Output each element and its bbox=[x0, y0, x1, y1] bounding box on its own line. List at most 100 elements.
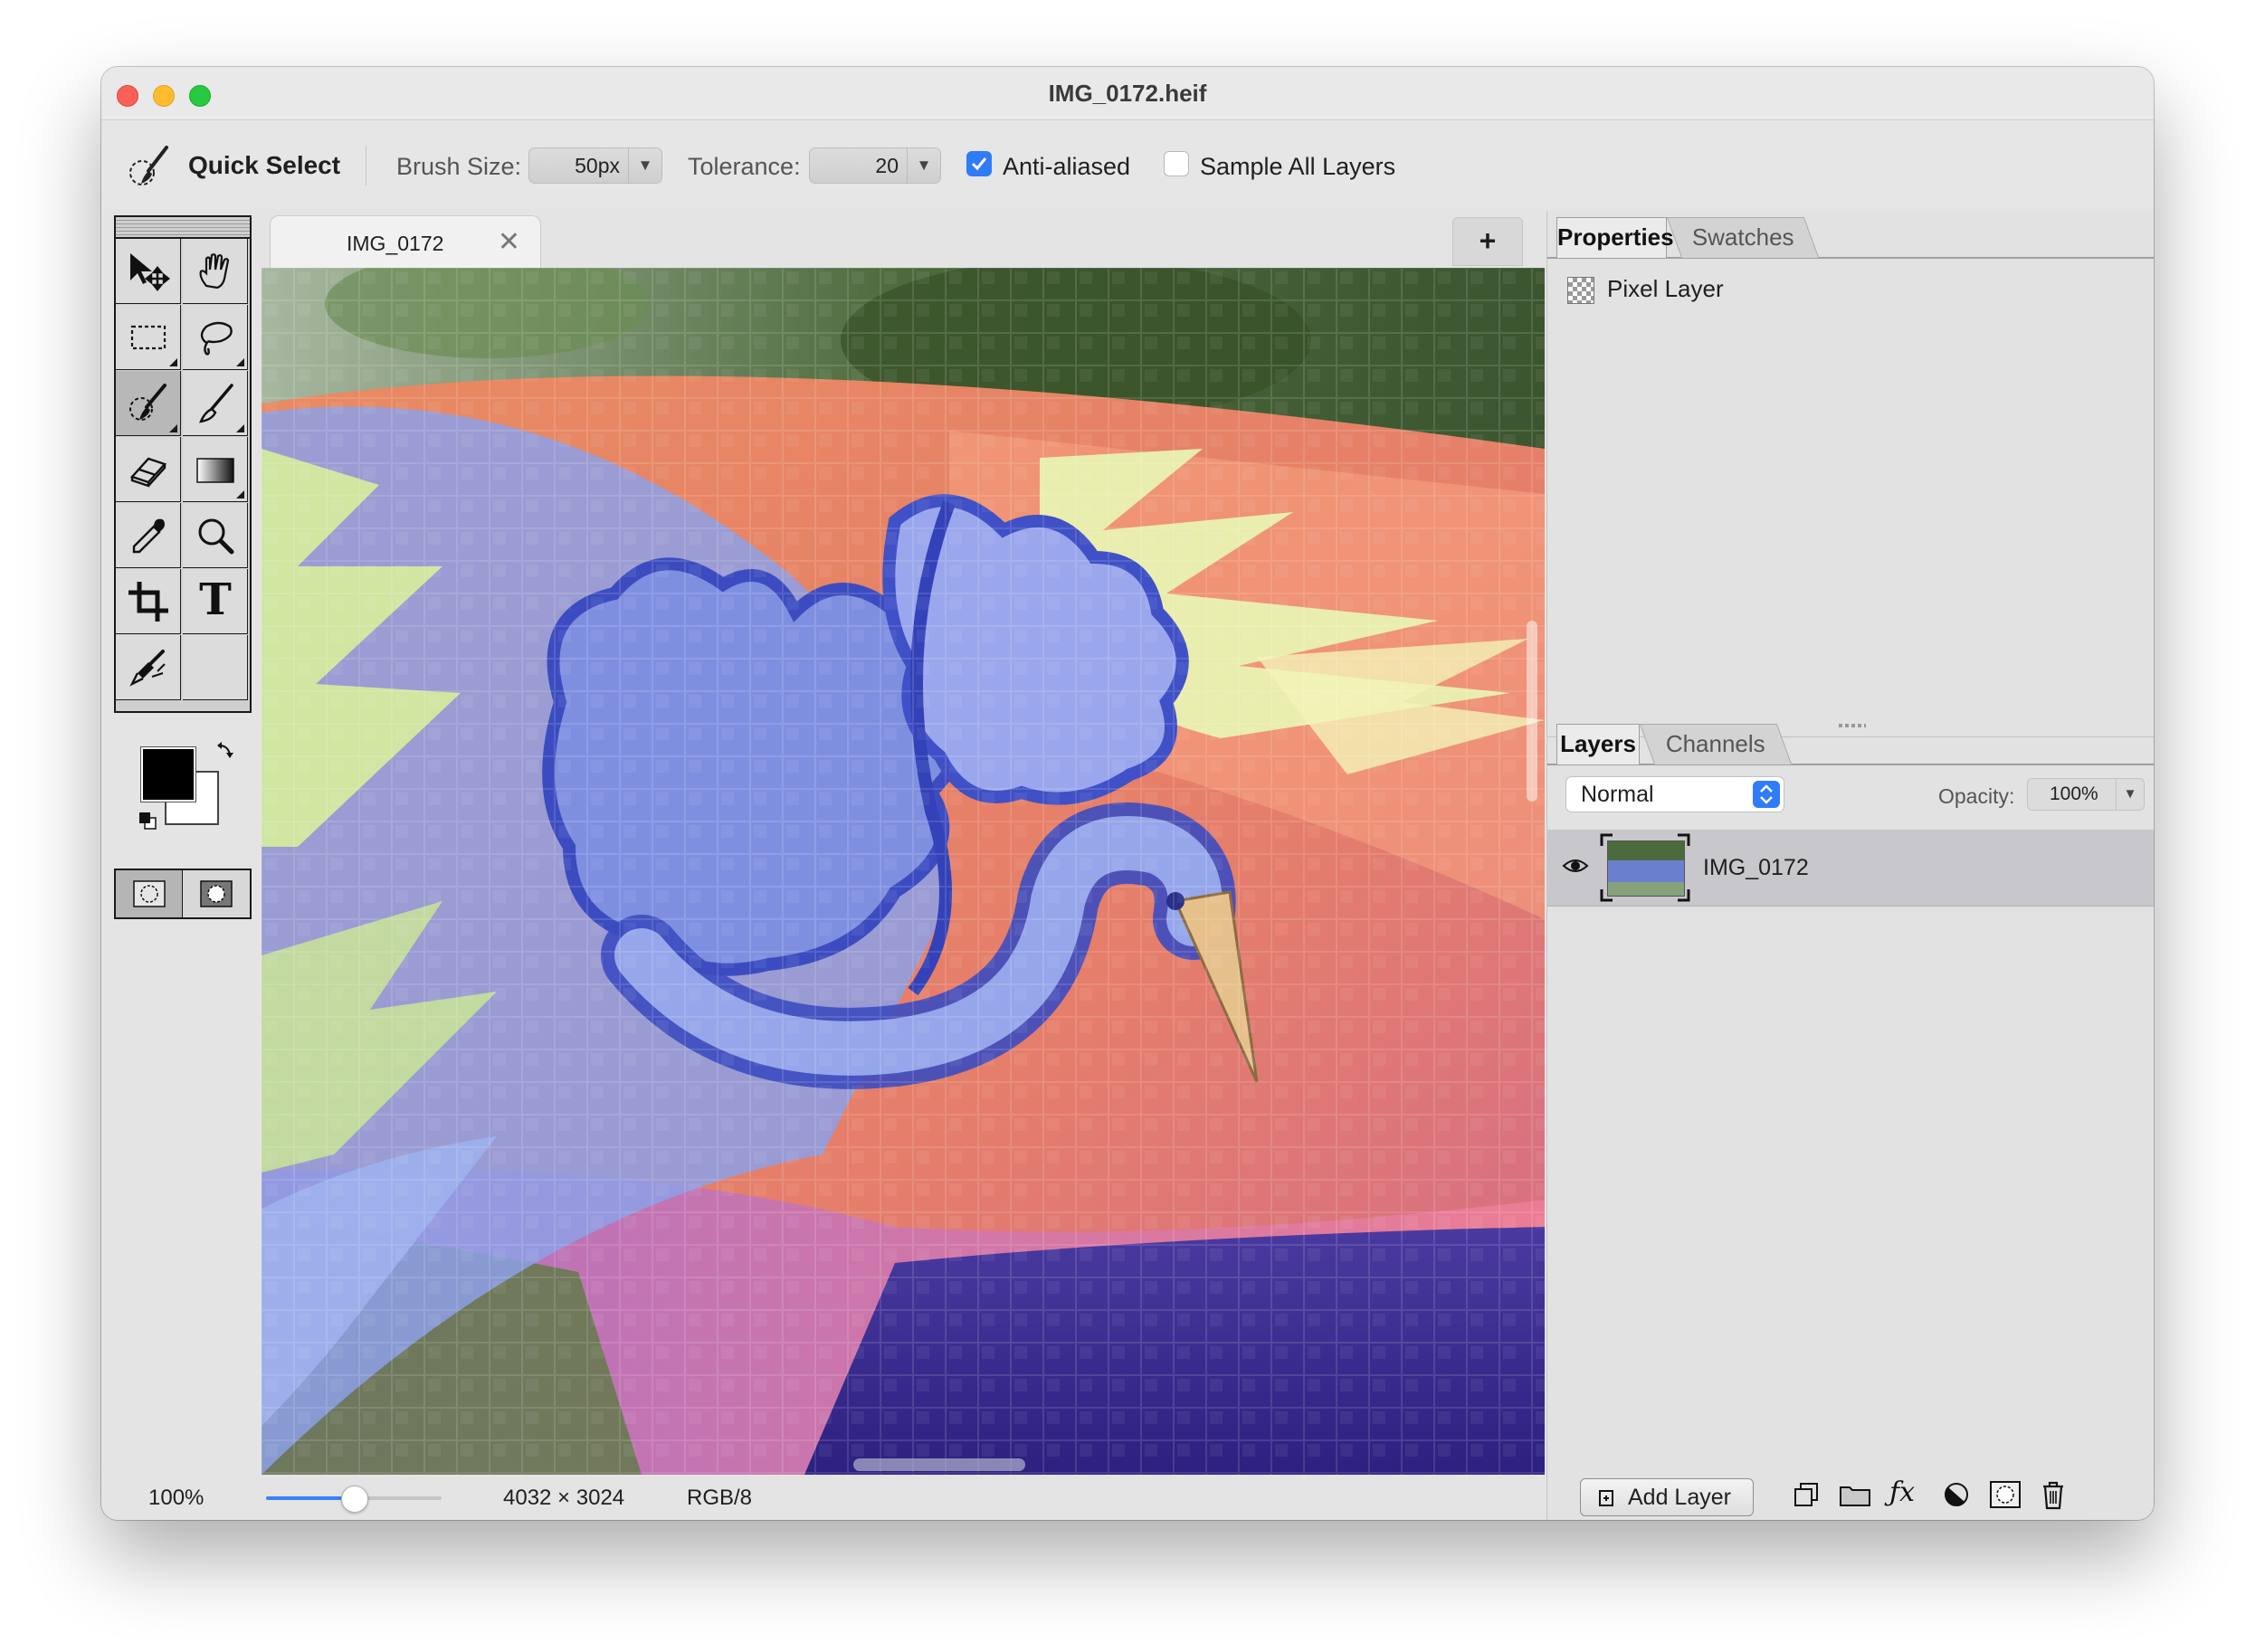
zoom-icon bbox=[198, 518, 234, 555]
tool-options-bar: Quick Select Brush Size: 50px ▼ Toleranc… bbox=[101, 120, 2154, 209]
add-layer-label: Add Layer bbox=[1628, 1485, 1731, 1510]
rectangular-marquee-icon bbox=[130, 325, 167, 350]
blend-mode-value: Normal bbox=[1581, 782, 1654, 807]
foreground-color-swatch[interactable] bbox=[141, 747, 195, 802]
add-layer-icon bbox=[1599, 1490, 1613, 1506]
image-dimensions: 4032 × 3024 bbox=[503, 1486, 625, 1510]
tolerance-dropdown[interactable]: 20 ▼ bbox=[809, 147, 941, 184]
brush-size-label: Brush Size: bbox=[396, 153, 522, 180]
quick-select-button[interactable] bbox=[116, 371, 181, 436]
layer-type-row: Pixel Layer bbox=[1567, 275, 1724, 304]
fx-icon[interactable]: ƒx bbox=[1889, 1476, 1915, 1508]
checkmark-icon bbox=[971, 157, 987, 171]
document-tab-name: IMG_0172 bbox=[347, 232, 444, 255]
crop-button[interactable] bbox=[116, 569, 181, 634]
color-mode: RGB/8 bbox=[687, 1486, 753, 1510]
mask-icon[interactable] bbox=[1989, 1480, 2022, 1509]
chevron-down-icon: ▼ bbox=[907, 148, 940, 183]
tab-properties[interactable]: Properties bbox=[1556, 217, 1674, 258]
clone-stamp-button[interactable] bbox=[116, 635, 181, 700]
standard-mode-icon bbox=[133, 880, 166, 907]
toolbox-grip[interactable] bbox=[116, 217, 250, 239]
updown-chevron-icon bbox=[1753, 781, 1780, 808]
close-tab-icon[interactable]: ✕ bbox=[498, 226, 520, 258]
document-tab[interactable]: IMG_0172 ✕ bbox=[270, 215, 541, 269]
trash-icon[interactable] bbox=[2040, 1480, 2067, 1511]
color-swatches bbox=[138, 742, 237, 832]
brush-icon bbox=[199, 384, 233, 423]
toolbox: T bbox=[114, 215, 252, 713]
adjustment-icon[interactable] bbox=[1942, 1480, 1971, 1509]
tool-group-indicator bbox=[236, 424, 244, 432]
quick-select-brush-icon bbox=[129, 384, 167, 421]
eyedropper-icon bbox=[132, 518, 165, 554]
new-tab-button[interactable]: + bbox=[1452, 217, 1523, 266]
eyedropper-button[interactable] bbox=[116, 503, 181, 568]
sample-all-layers-label: Sample All Layers bbox=[1200, 153, 1396, 180]
tool-group-indicator bbox=[169, 424, 177, 432]
tab-layers[interactable]: Layers bbox=[1556, 724, 1640, 764]
pixel-layer-icon bbox=[1567, 277, 1594, 304]
tab-channels[interactable]: Channels bbox=[1639, 724, 1793, 764]
title-bar: IMG_0172.heif bbox=[101, 67, 2154, 120]
brush-button[interactable] bbox=[183, 371, 248, 436]
chevron-down-icon: ▼ bbox=[628, 148, 661, 183]
quick-mask-icon bbox=[200, 880, 233, 907]
text-tool-button[interactable]: T bbox=[183, 569, 248, 634]
layer-thumbnail-image bbox=[1607, 840, 1685, 897]
layers-footer: Add Layer ƒx bbox=[1547, 1469, 2154, 1520]
zoom-level: 100% bbox=[148, 1486, 205, 1510]
image-canvas[interactable] bbox=[262, 268, 1545, 1475]
vertical-scrollbar[interactable] bbox=[1527, 621, 1537, 802]
tool-group-indicator bbox=[169, 358, 177, 366]
anti-aliased-checkbox[interactable] bbox=[966, 151, 992, 176]
layer-name: IMG_0172 bbox=[1703, 855, 1809, 880]
properties-tabs: Properties Swatches bbox=[1547, 212, 2154, 259]
layer-type-label: Pixel Layer bbox=[1607, 275, 1724, 302]
lasso-button[interactable] bbox=[183, 305, 248, 370]
hand-tool-button[interactable] bbox=[183, 239, 248, 304]
sample-all-layers-checkbox[interactable] bbox=[1164, 151, 1189, 176]
brush-size-dropdown[interactable]: 50px ▼ bbox=[528, 147, 662, 184]
layer-thumbnail[interactable] bbox=[1600, 833, 1690, 902]
eye-icon[interactable] bbox=[1562, 855, 1589, 877]
tool-group-indicator bbox=[236, 490, 244, 498]
tab-channels-label: Channels bbox=[1665, 730, 1765, 757]
opacity-value: 100% bbox=[2050, 783, 2098, 804]
quick-select-icon bbox=[129, 146, 168, 185]
opacity-dropdown[interactable]: 100% ▼ bbox=[2027, 778, 2145, 811]
lasso-icon bbox=[200, 321, 233, 356]
crop-icon bbox=[128, 582, 168, 622]
right-panel: Properties Swatches Pixel Layer Layers C… bbox=[1546, 212, 2154, 1520]
mural-image bbox=[262, 268, 1545, 1475]
zoom-slider[interactable] bbox=[266, 1486, 442, 1513]
standard-mode-button[interactable] bbox=[116, 870, 183, 917]
zoom-slider-knob[interactable] bbox=[341, 1486, 368, 1513]
gradient-button[interactable] bbox=[183, 437, 248, 502]
blend-mode-select[interactable]: Normal bbox=[1565, 776, 1784, 812]
swap-colors-icon[interactable] bbox=[215, 742, 235, 762]
clone-stamp-icon bbox=[129, 650, 166, 687]
tab-swatches[interactable]: Swatches bbox=[1666, 217, 1820, 258]
layer-row[interactable]: IMG_0172 bbox=[1547, 830, 2154, 907]
eraser-button[interactable] bbox=[116, 437, 181, 502]
window-title: IMG_0172.heif bbox=[1048, 80, 1207, 107]
tab-swatches-label: Swatches bbox=[1691, 223, 1794, 251]
add-layer-button[interactable]: Add Layer bbox=[1580, 1478, 1754, 1516]
rectangular-marquee-button[interactable] bbox=[116, 305, 181, 370]
hand-tool-icon bbox=[199, 253, 230, 290]
move-tool-button[interactable] bbox=[116, 239, 181, 304]
quick-mask-toggle bbox=[114, 869, 252, 919]
horizontal-scrollbar[interactable] bbox=[853, 1458, 1025, 1471]
quick-mask-mode-button[interactable] bbox=[183, 870, 249, 917]
tolerance-label: Tolerance: bbox=[688, 153, 801, 180]
default-colors-icon[interactable] bbox=[138, 811, 157, 831]
text-tool-icon: T bbox=[199, 574, 232, 625]
move-tool-icon bbox=[130, 253, 170, 292]
folder-icon[interactable] bbox=[1839, 1480, 1871, 1509]
zoom-tool-button[interactable] bbox=[183, 503, 248, 568]
empty-tool-slot bbox=[183, 635, 248, 700]
brush-size-value: 50px bbox=[575, 154, 620, 177]
duplicate-layer-icon[interactable] bbox=[1792, 1480, 1821, 1509]
eraser-icon bbox=[129, 457, 167, 488]
